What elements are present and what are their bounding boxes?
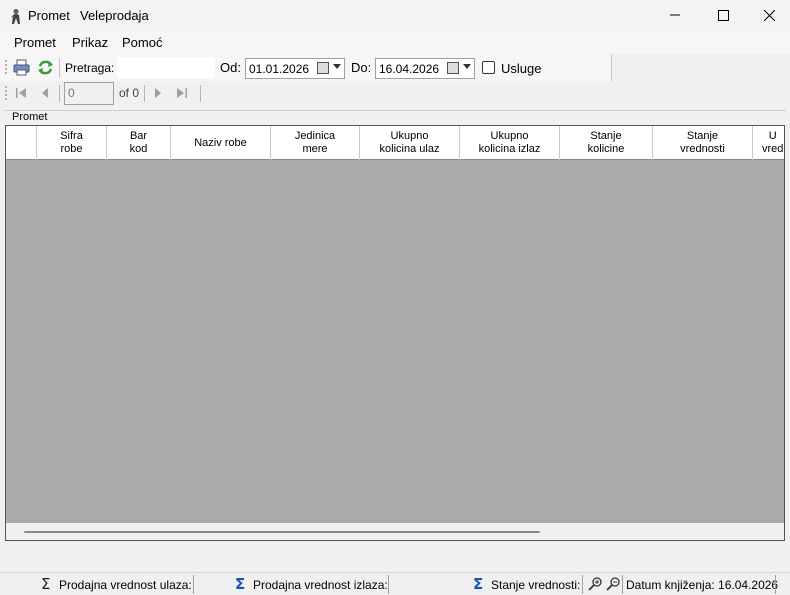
grid-header: Sifra robe Bar kod Naziv robe Jedinica m… xyxy=(6,126,784,160)
binding-navigator: 0 of 0 xyxy=(0,81,210,106)
print-icon[interactable] xyxy=(13,59,30,76)
count-label: of 0 xyxy=(119,86,140,100)
date-from-value: 01.01.2026 xyxy=(249,62,310,76)
calendar-icon xyxy=(317,62,329,74)
services-label: Usluge xyxy=(501,61,542,76)
status-bar: Σ Prodajna vrednost ulaza: Σ Prodajna vr… xyxy=(0,572,790,595)
scrollbar-thumb[interactable] xyxy=(24,531,540,533)
title-bar: Promet Veleprodaja xyxy=(0,0,790,32)
menu-pomoc[interactable]: Pomoć xyxy=(122,35,162,50)
date-from-picker[interactable]: 01.01.2026 xyxy=(245,58,345,79)
sigma-icon[interactable]: Σ xyxy=(41,576,50,592)
date-to-picker[interactable]: 16.04.2026 xyxy=(375,58,475,79)
nav-separator xyxy=(144,85,145,102)
window-subtitle: Veleprodaja xyxy=(80,8,149,23)
column-header-stanje-kolicine[interactable]: Stanje kolicine xyxy=(560,126,653,160)
toolbar-separator xyxy=(59,58,60,77)
search-label: Pretraga: xyxy=(65,61,115,75)
close-icon xyxy=(763,9,775,21)
status-separator xyxy=(622,575,623,594)
nav-separator xyxy=(200,85,201,102)
app-figure-icon xyxy=(11,9,20,24)
menu-prikaz[interactable]: Prikaz xyxy=(72,35,108,50)
sigma-icon[interactable]: Σ xyxy=(473,576,483,592)
position-input[interactable]: 0 xyxy=(64,82,114,105)
maximize-button[interactable] xyxy=(700,0,746,30)
status-separator xyxy=(775,575,776,594)
toolbar-grip-icon xyxy=(5,60,7,74)
refresh-icon[interactable] xyxy=(37,59,54,76)
column-header-ukupno-kolicina-ulaz[interactable]: Ukupno kolicina ulaz xyxy=(360,126,460,160)
grid-body xyxy=(6,160,784,523)
column-header-ukupno-kolicina-izlaz[interactable]: Ukupno kolicina izlaz xyxy=(460,126,560,160)
chevron-down-icon xyxy=(333,64,341,69)
close-button[interactable] xyxy=(746,0,790,30)
horizontal-scrollbar[interactable] xyxy=(6,523,784,540)
column-header-naziv-robe[interactable]: Naziv robe xyxy=(171,126,271,160)
calendar-icon xyxy=(447,62,459,74)
toolbar: Pretraga: Od: 01.01.2026 Do: 16.04.2026 … xyxy=(0,54,612,81)
date-to-label: Do: xyxy=(351,60,372,75)
window-title: Promet xyxy=(28,8,70,23)
maximize-icon xyxy=(717,9,729,21)
move-next-icon[interactable] xyxy=(151,86,165,100)
status-separator xyxy=(582,575,583,594)
sales-in-label: Prodajna vrednost ulaza: xyxy=(59,578,192,592)
menu-bar: Promet Prikaz Pomoć xyxy=(0,32,790,54)
sigma-icon[interactable]: Σ xyxy=(235,576,245,592)
zoom-out-icon[interactable] xyxy=(606,577,620,591)
stock-value-label: Stanje vrednosti: xyxy=(491,578,581,592)
zoom-in-icon[interactable] xyxy=(588,577,602,591)
column-header-sifra-robe[interactable]: Sifra robe xyxy=(37,126,107,160)
toolbar-grip-icon xyxy=(5,86,7,100)
column-header-stanje-vrednosti[interactable]: Stanje vrednosti xyxy=(653,126,753,160)
services-checkbox[interactable] xyxy=(482,61,495,74)
minimize-button[interactable] xyxy=(652,0,698,30)
sales-out-label: Prodajna vrednost izlaza: xyxy=(253,578,388,592)
minimize-icon xyxy=(670,14,680,16)
chevron-down-icon xyxy=(463,64,471,69)
date-from-label: Od: xyxy=(220,60,241,75)
search-input[interactable] xyxy=(117,57,215,78)
column-header-ukupno-vrednost[interactable]: U vred xyxy=(753,126,784,160)
groupbox-label: Promet xyxy=(11,111,49,123)
date-to-value: 16.04.2026 xyxy=(379,62,440,76)
column-header-jedinica-mere[interactable]: Jedinica mere xyxy=(271,126,360,160)
menu-promet[interactable]: Promet xyxy=(14,35,56,50)
move-previous-icon[interactable] xyxy=(38,86,52,100)
status-separator xyxy=(193,575,194,594)
move-last-icon[interactable] xyxy=(175,86,189,100)
data-grid[interactable]: Sifra robe Bar kod Naziv robe Jedinica m… xyxy=(5,125,785,541)
row-header-corner[interactable] xyxy=(6,126,37,160)
status-separator xyxy=(388,575,389,594)
move-first-icon[interactable] xyxy=(14,86,28,100)
posting-date-label: Datum knjiženja: 16.04.2026 xyxy=(626,578,779,592)
column-header-bar-kod[interactable]: Bar kod xyxy=(107,126,171,160)
nav-separator xyxy=(59,85,60,102)
